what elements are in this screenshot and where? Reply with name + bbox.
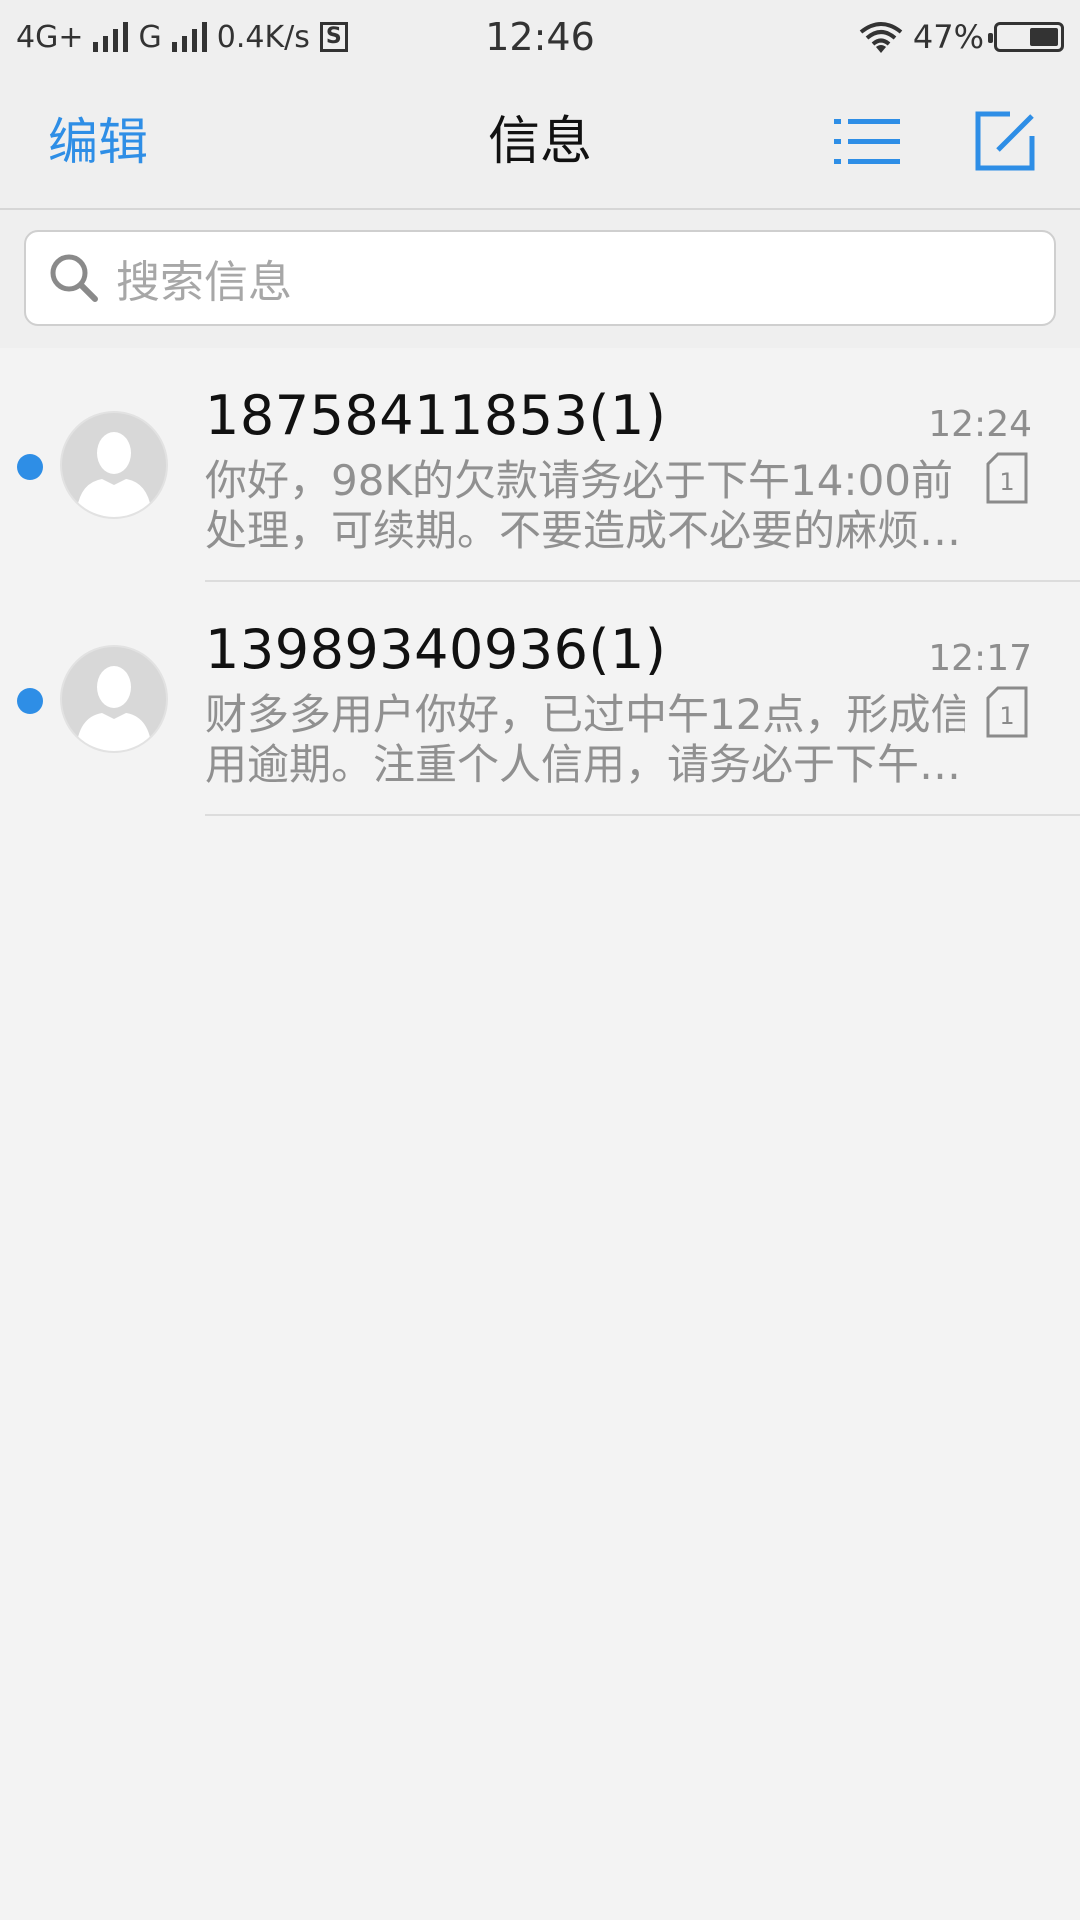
preview-line: 用逾期。注重个人信用，请务必于下午… xyxy=(205,740,962,789)
message-preview: 你好，98K的欠款请务必于下午14:00前 处理，可续期。不要造成不必要的麻烦… xyxy=(205,456,965,556)
message-row[interactable]: 18758411853(1) 12:24 你好，98K的欠款请务必于下午14:0… xyxy=(0,348,1080,582)
sim-card-icon: 1 xyxy=(986,452,1028,504)
search-icon xyxy=(50,254,98,302)
avatar xyxy=(60,645,168,753)
battery-icon xyxy=(988,22,1064,52)
compose-icon[interactable] xyxy=(974,110,1036,172)
message-row[interactable]: 13989340936(1) 12:17 财多多用户你好，已过中午12点，形成信… xyxy=(0,582,1080,816)
search-input[interactable]: 搜索信息 xyxy=(24,230,1056,326)
sender-number: 13989340936(1) xyxy=(205,618,667,681)
sim-number: 1 xyxy=(999,702,1014,730)
nav-bar: 编辑 信息 xyxy=(0,74,1080,210)
person-icon xyxy=(76,432,152,517)
sender-number: 18758411853(1) xyxy=(205,384,667,447)
status-bar: 4G+ G 0.4K/s S 12:46 47% xyxy=(0,0,1080,74)
list-icon[interactable] xyxy=(834,116,900,168)
row-divider xyxy=(205,814,1080,816)
sim-card-icon: 1 xyxy=(986,686,1028,738)
message-list: 18758411853(1) 12:24 你好，98K的欠款请务必于下午14:0… xyxy=(0,348,1080,816)
unread-dot-icon xyxy=(17,454,43,480)
search-area: 搜索信息 xyxy=(0,210,1080,348)
preview-line: 处理，可续期。不要造成不必要的麻烦… xyxy=(205,506,962,555)
unread-dot-icon xyxy=(17,688,43,714)
search-placeholder: 搜索信息 xyxy=(116,257,292,308)
message-time: 12:24 xyxy=(928,404,1032,445)
sim-number: 1 xyxy=(999,468,1014,496)
message-time: 12:17 xyxy=(928,638,1032,679)
message-preview: 财多多用户你好，已过中午12点，形成信 用逾期。注重个人信用，请务必于下午… xyxy=(205,690,965,790)
person-icon xyxy=(76,666,152,751)
status-right: 47% xyxy=(859,0,1064,74)
battery-percent: 47% xyxy=(912,18,984,56)
wifi-icon xyxy=(859,22,903,53)
preview-line: 你好，98K的欠款请务必于下午14:00前 xyxy=(205,456,954,505)
preview-line: 财多多用户你好，已过中午12点，形成信 xyxy=(205,690,965,739)
avatar xyxy=(60,411,168,519)
battery-level xyxy=(1030,28,1058,46)
page-title: 信息 xyxy=(487,112,592,172)
